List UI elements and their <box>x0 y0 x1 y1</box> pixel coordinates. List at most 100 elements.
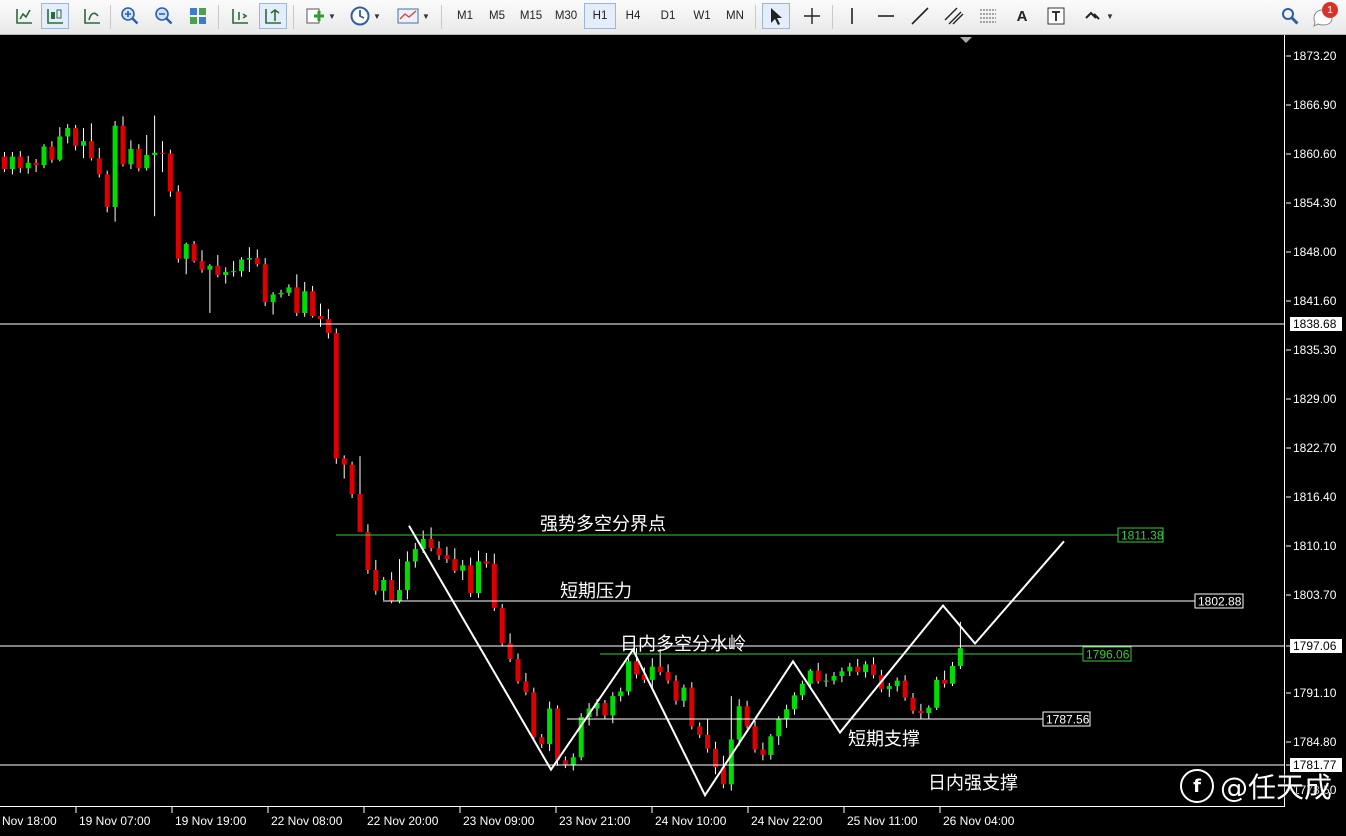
candle-body <box>318 316 323 320</box>
price-tick: 1822.70 <box>1286 441 1337 455</box>
svg-text:24 Nov 10:00: 24 Nov 10:00 <box>655 814 727 828</box>
timeframe-d1-button[interactable]: D1 <box>652 3 684 29</box>
candle-body <box>926 707 932 714</box>
chart-shift-icon[interactable] <box>226 3 254 29</box>
candle-body <box>278 292 284 295</box>
candle <box>578 713 584 761</box>
svg-text:1866.90: 1866.90 <box>1293 98 1337 112</box>
text-tool-icon[interactable]: A <box>1008 3 1036 29</box>
candle-body <box>673 680 679 701</box>
candle <box>705 719 711 753</box>
candle-body <box>555 708 560 761</box>
candles <box>2 115 963 791</box>
candle-body <box>239 259 244 272</box>
candle-body <box>294 287 300 313</box>
candle <box>365 524 371 574</box>
candle <box>886 682 892 697</box>
candle <box>602 699 608 720</box>
cursor-icon[interactable] <box>762 3 790 29</box>
candlestick-chart-icon[interactable] <box>41 3 69 29</box>
candle <box>270 292 276 315</box>
search-icon[interactable] <box>1276 3 1304 29</box>
candle-body <box>902 680 908 698</box>
timeframe-w1-button[interactable]: W1 <box>686 3 718 29</box>
templates-dropdown[interactable]: ▼ <box>392 3 434 29</box>
arrows-dropdown[interactable]: ▼ <box>1078 3 1118 29</box>
candle-body <box>310 291 316 317</box>
level-intraday-divide[interactable]: 日内多空分水岭 1796.06 <box>600 634 1132 662</box>
level-intraday-strong-support[interactable]: 日内强支撑 <box>928 773 1018 794</box>
price-tick: 1860.60 <box>1286 147 1337 161</box>
timeframe-m15-button[interactable]: M15 <box>515 3 547 29</box>
horizontal-line-icon[interactable] <box>872 3 900 29</box>
equidistant-channel-icon[interactable] <box>940 3 968 29</box>
zoom-out-icon[interactable] <box>150 3 178 29</box>
candle <box>468 557 474 598</box>
level-strong-bull-bear[interactable]: 强势多空分界点 1811.38 <box>336 514 1164 543</box>
candle <box>231 261 237 277</box>
candle-body <box>57 136 63 160</box>
timeframe-m1-button[interactable]: M1 <box>449 3 481 29</box>
indicators-dropdown[interactable]: ▼ <box>300 3 340 29</box>
candle-body <box>610 696 616 716</box>
periodicity-dropdown[interactable]: ▼ <box>345 3 385 29</box>
candle-body <box>349 464 355 495</box>
candle <box>223 267 229 284</box>
level-short-support[interactable]: 短期支撑 1787.56 <box>567 711 1091 750</box>
price-chart[interactable]: 强势多空分界点 1811.38 短期压力 1802.88 日内多空分水岭 1796.06 短… <box>0 35 1346 836</box>
candle <box>697 722 703 738</box>
candle <box>33 158 39 173</box>
notifications-icon[interactable]: 1 <box>1310 2 1338 29</box>
candle-body <box>428 538 434 549</box>
candle <box>373 559 379 595</box>
candle <box>246 247 252 272</box>
candle-body <box>357 494 363 533</box>
svg-text:1841.60: 1841.60 <box>1293 294 1337 308</box>
candle <box>65 124 71 144</box>
fibonacci-icon[interactable] <box>974 3 1002 29</box>
level-short-resistance[interactable]: 短期压力 1802.88 <box>383 581 1244 609</box>
candle <box>673 675 679 705</box>
vertical-line-icon[interactable] <box>838 3 866 29</box>
svg-text:Nov 18:00: Nov 18:00 <box>2 814 57 828</box>
candle-body <box>191 244 197 262</box>
candle <box>570 753 576 771</box>
timeframe-mn-button[interactable]: MN <box>719 3 751 29</box>
level-strong-bull-bear-label: 强势多空分界点 <box>540 514 666 535</box>
zigzag-line[interactable] <box>408 525 1065 798</box>
price-levels: 强势多空分界点 1811.38 短期压力 1802.88 日内多空分水岭 1796.06 短… <box>0 323 1285 794</box>
crosshair-icon[interactable] <box>798 3 826 29</box>
candle-body <box>373 569 379 591</box>
timeframe-m5-button[interactable]: M5 <box>481 3 513 29</box>
level-short-support-value: 1787.56 <box>1046 713 1090 727</box>
candle <box>499 604 505 647</box>
candle-body <box>452 559 458 571</box>
candle <box>681 684 687 707</box>
scroll-marker-icon[interactable] <box>960 37 972 43</box>
candle-body <box>2 156 7 170</box>
bar-chart-icon[interactable] <box>78 3 106 29</box>
line-chart-icon[interactable] <box>10 3 38 29</box>
candle <box>310 285 316 318</box>
candle <box>294 274 300 317</box>
candle <box>768 734 774 760</box>
candle <box>815 662 821 684</box>
trendline-icon[interactable] <box>906 3 934 29</box>
candle-body <box>302 291 308 313</box>
autoscroll-icon[interactable] <box>259 3 287 29</box>
candle-body <box>539 737 545 745</box>
candle <box>381 576 387 601</box>
timeframe-h1-button[interactable]: H1 <box>584 3 616 29</box>
candle-body <box>792 695 797 710</box>
timeframe-m30-button[interactable]: M30 <box>550 3 582 29</box>
tile-windows-icon[interactable] <box>184 3 212 29</box>
candle <box>262 258 268 307</box>
candle <box>626 658 632 696</box>
zoom-in-icon[interactable] <box>116 3 144 29</box>
timeframe-h4-button[interactable]: H4 <box>617 3 649 29</box>
svg-text:23 Nov 21:00: 23 Nov 21:00 <box>559 814 631 828</box>
text-label-icon[interactable] <box>1042 3 1070 29</box>
candle-body <box>894 680 900 687</box>
candle <box>515 653 521 684</box>
candle <box>41 144 47 169</box>
